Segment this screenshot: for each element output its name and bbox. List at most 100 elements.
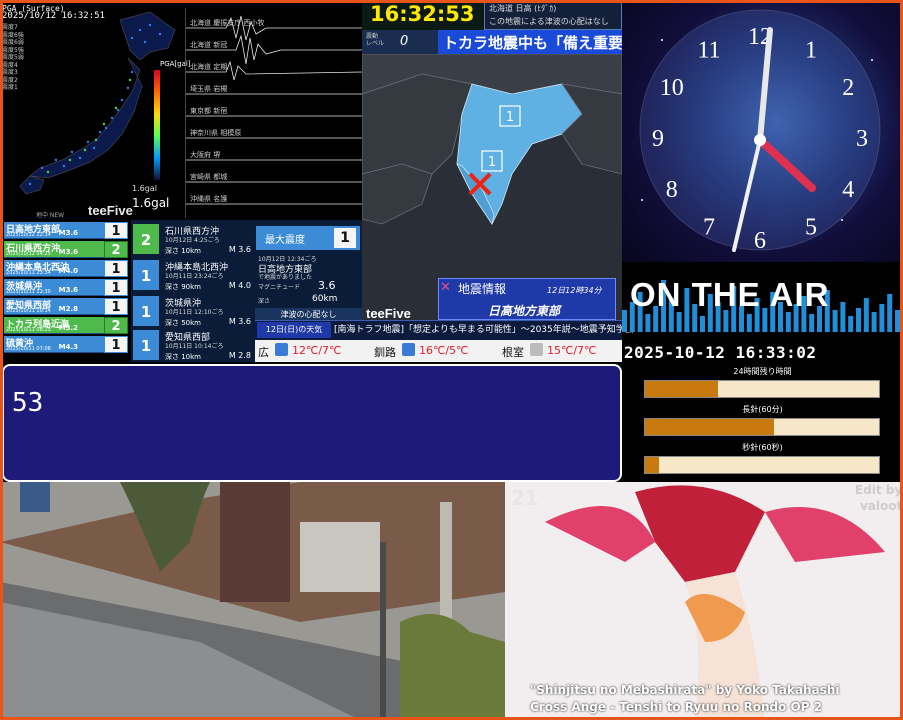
quake-row-bg: 愛知県西部 2025/10/11 10:14 M2.8 — [4, 298, 104, 315]
magnitude-label: マグニチュード — [258, 284, 301, 291]
wave-label: 東京都 新宿 — [190, 107, 228, 115]
equalizer-bar — [848, 316, 854, 332]
legend-item: 震度5強 — [2, 46, 24, 54]
max-intensity-title: 最大震度 — [265, 235, 305, 246]
progress-fill — [645, 457, 660, 473]
weather-city: 広 — [258, 346, 269, 359]
quake-magnitude: M3.2 — [58, 324, 78, 332]
list-item[interactable]: トカラ列島近海 2025/10/11 08:23 M3.2 2 — [4, 317, 129, 334]
max-intensity-value: 1 — [334, 228, 356, 248]
equalizer-bar — [879, 304, 885, 332]
equalizer-bar — [746, 314, 752, 332]
quake-info-time: 12日12時34分 — [547, 286, 602, 295]
street-scene — [0, 482, 505, 720]
rain-icon — [275, 343, 288, 356]
detail-magnitude: M 4.0 — [228, 281, 251, 290]
quake-magnitude: M4.3 — [58, 343, 78, 351]
detail-date: 10月11日 23:24ごろ — [165, 273, 224, 280]
quake-intensity: 1 — [104, 222, 128, 239]
clock-number: 1 — [805, 38, 817, 64]
equalizer-bar — [840, 302, 846, 332]
quake-magnitude: M3.6 — [58, 248, 78, 256]
shindo-label-line: 震動 — [366, 33, 379, 40]
cross-icon: ✕ — [440, 280, 451, 295]
quake-row-bg: トカラ列島近海 2025/10/11 08:23 M3.2 — [4, 317, 104, 334]
wave-label: 沖縄県 名護 — [190, 195, 228, 203]
shindo-level-value: 0 — [400, 34, 409, 49]
legend-item: 震度4 — [2, 61, 18, 69]
detail-depth: 深さ 90km — [165, 283, 202, 291]
brand-sub-label: 地中 NEW — [36, 212, 65, 219]
list-item[interactable]: 1 愛知県西部 10月11日 10:14ごろ 深さ 10km M 2.8 — [131, 328, 255, 368]
quake-row-bg: 沖縄本島北西沖 2025/10/11 23:34 M4.0 — [4, 260, 104, 277]
intensity-marker-label: 1 — [488, 155, 496, 170]
clock-number: 8 — [666, 177, 678, 203]
clock-number: 11 — [697, 38, 720, 64]
detail-magnitude: M 3.6 — [228, 317, 251, 326]
brand-logo: teeFive — [366, 306, 411, 321]
gal-small-readout: 1.6gal — [132, 184, 157, 193]
analog-clock-panel: 12 1 2 3 4 5 6 7 8 9 10 11 — [622, 0, 903, 270]
cloud-icon — [530, 343, 543, 356]
progress-label: 長針(60分) — [742, 405, 783, 414]
note-region: 北海道 日高 (ﾋﾀﾞｶ) — [489, 4, 557, 13]
headline-text: トカラ地震中も「備え重要」 — [443, 34, 639, 52]
clock-number: 10 — [660, 75, 684, 101]
quake-info-title: 地震情報 — [458, 282, 507, 296]
on-air-label: ON THE AIR — [630, 276, 830, 313]
quake-date: 2025/10/11 07:06 — [6, 346, 51, 352]
progress-label: 秒針(60秒) — [742, 443, 783, 452]
edit-credit-line: valoot — [859, 499, 903, 513]
equalizer-bar — [856, 308, 861, 332]
quake-magnitude: M3.6 — [58, 286, 78, 294]
quake-intensity: 2 — [104, 241, 128, 258]
detail-date: 10月12日 4:25ごろ — [165, 237, 220, 244]
quake-magnitude: M2.8 — [58, 305, 78, 313]
wave-label: 北海道 新冠 — [190, 41, 228, 49]
list-item[interactable]: 沖縄本島北西沖 2025/10/11 23:34 M4.0 1 — [4, 260, 129, 277]
earthquake-detail-list: 2 石川県西方沖 10月12日 4:25ごろ 深さ 10km M 3.6 1 沖縄本島北西… — [131, 220, 255, 362]
quake-intensity: 1 — [104, 298, 128, 315]
clock-number: 2 — [842, 75, 854, 101]
equalizer-bar — [832, 310, 838, 332]
clock-number: 6 — [754, 228, 766, 254]
seismic-monitor-panel: PGA (Surface) 2025/10/12 16:32:51 震度7 震度… — [0, 0, 362, 220]
list-item[interactable]: 石川県西方沖 2025/10/12 04:25 M3.6 2 — [4, 241, 129, 258]
progress-label: 24時間残り時間 — [733, 367, 792, 376]
clock-number: 9 — [652, 126, 664, 152]
rain-icon — [402, 343, 415, 356]
equalizer-bar — [785, 312, 791, 332]
detail-date: 10月11日 10:14ごろ — [165, 343, 224, 350]
list-item[interactable]: 茨城県沖 2025/10/11 12:30 M3.6 1 — [4, 279, 129, 296]
wave-label: 大阪府 堺 — [190, 151, 221, 159]
equalizer-bar — [895, 310, 900, 332]
tsunami-note-panel: 北海道 日高 (ﾋﾀﾞｶ) この地震による津波の心配はなし — [484, 0, 622, 30]
quake-date: 2025/10/11 10:14 — [6, 308, 51, 314]
episode-number: 21 — [511, 486, 539, 510]
live-camera-feed[interactable] — [0, 482, 505, 720]
list-item[interactable]: 日高地方東部 2025/10/12 12:34 M3.6 1 — [4, 222, 129, 239]
progress-fill — [645, 419, 774, 435]
detail-intensity: 2 — [133, 224, 159, 254]
equalizer-bar — [887, 294, 893, 332]
song-caption: "Shinjitsu no Mebashirata" by Yoko Takah… — [530, 683, 840, 697]
list-item[interactable]: 1 沖縄本島北西沖 10月11日 23:24ごろ 深さ 90km M 4.0 — [131, 258, 255, 298]
list-item[interactable]: 2 石川県西方沖 10月12日 4:25ごろ 深さ 10km M 3.6 — [131, 222, 255, 262]
quake-row-bg: 日高地方東部 2025/10/12 12:34 M3.6 — [4, 222, 104, 239]
brand-logo: teeFive — [88, 203, 133, 218]
wave-label: 北海道 定期 — [190, 63, 228, 71]
edit-credit-line: Edit by — [855, 483, 903, 497]
progress-fill — [645, 381, 718, 397]
quake-date: 2025/10/11 08:23 — [6, 327, 51, 333]
progress-bar-hour — [644, 418, 880, 436]
quake-row-bg: 硫黄沖 2025/10/11 07:06 M4.3 — [4, 336, 104, 353]
equalizer-bar — [676, 312, 682, 332]
list-item[interactable]: 硫黄沖 2025/10/11 07:06 M4.3 1 — [4, 336, 129, 353]
datetime-readout: 2025-10-12 16:33:02 — [624, 343, 817, 362]
seismic-timestamp: 2025/10/12 16:32:51 — [2, 11, 105, 21]
detail-depth: 深さ 50km — [165, 319, 202, 327]
quake-row-bg: 茨城県沖 2025/10/11 12:30 M3.6 — [4, 279, 104, 296]
quake-date: 2025/10/12 12:34 — [6, 232, 51, 238]
wave-label: 宮崎県 都城 — [190, 173, 228, 181]
list-item[interactable]: 愛知県西部 2025/10/11 10:14 M2.8 1 — [4, 298, 129, 315]
